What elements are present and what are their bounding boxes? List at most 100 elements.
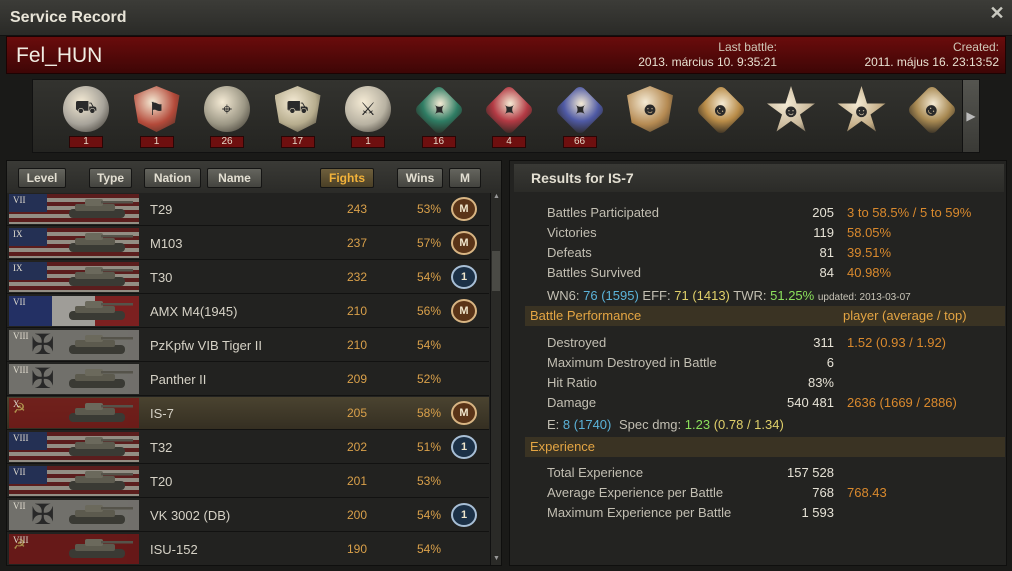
vehicle-row[interactable]: VII T29 243 53% M: [7, 193, 489, 226]
battles-participated-value: 205: [812, 205, 834, 220]
vehicle-tier: VIII: [13, 331, 29, 341]
scroll-down-icon[interactable]: ▼: [491, 555, 502, 565]
medal-item[interactable]: ⌖ 26: [198, 84, 254, 148]
battles-survived-extra: 40.98%: [847, 265, 892, 280]
wn6-value: 76: [583, 288, 598, 303]
vehicle-fights: 201: [346, 474, 367, 488]
vehicle-fights: 243: [346, 202, 367, 216]
vehicle-wins: 56%: [416, 304, 441, 318]
medal-item[interactable]: ☻: [833, 84, 889, 148]
medal-item[interactable]: ✦ 66: [551, 84, 607, 148]
vehicle-row[interactable]: IX M103 237 57% M: [7, 227, 489, 260]
medal-item[interactable]: ✦ 4: [480, 84, 536, 148]
vehicle-tier: X: [13, 399, 20, 409]
vehicle-list: VII T29 243 53% M IX M103 237 57% M IX T30 232 54% 1 VI…: [7, 193, 489, 565]
vehicle-wins: 53%: [416, 474, 441, 488]
tank-icon: [63, 469, 137, 493]
vehicle-wins: 54%: [416, 508, 441, 522]
medal-strip: ⛟ 1 ⚑ 1 ⌖ 26 ⛟ 17 ⚔ 1 ✦ 16 ✦ 4 ✦ 66 ☻ ☻ ☻ ☻ ☻: [32, 79, 980, 153]
vehicle-fights: 210: [346, 338, 367, 352]
scroll-up-icon[interactable]: ▲: [491, 193, 502, 203]
battles-survived-label: Battles Survived: [547, 265, 641, 280]
sort-wins-button[interactable]: Wins: [397, 168, 443, 188]
medal-item[interactable]: ☻: [762, 84, 818, 148]
player-header: Fel_HUN Last battle: 2013. március 10. 9…: [6, 36, 1006, 74]
red-ribbon-medal-icon: ✦: [483, 84, 535, 136]
tank-icon: [63, 299, 137, 323]
victories-label: Victories: [547, 225, 597, 240]
defeats-extra: 39.51%: [847, 245, 892, 260]
window-title: Service Record: [10, 9, 127, 26]
damage-label: Damage: [547, 395, 597, 410]
defeats-label: Defeats: [547, 245, 592, 260]
vehicle-fights: 237: [346, 236, 367, 250]
scroll-thumb[interactable]: [492, 251, 500, 291]
sort-level-button[interactable]: Level: [18, 168, 66, 188]
medal-count: 26: [210, 136, 244, 148]
wn6-alt: (1595): [601, 288, 639, 303]
tank-icon: [63, 333, 137, 357]
vehicle-tier: VII: [13, 297, 26, 307]
vehicle-list-scrollbar[interactable]: ▲ ▼: [490, 193, 501, 565]
avg-experience-label: Average Experience per Battle: [547, 485, 724, 500]
vehicle-list-panel: Level Type Nation Name Fights Wins M VII…: [6, 160, 502, 566]
vehicle-tier: VIII: [13, 535, 29, 545]
sort-name-button[interactable]: Name: [207, 168, 262, 188]
e-alt: (1740): [573, 417, 612, 432]
tank-icon: [63, 401, 137, 425]
sword-laurel-medal-icon: ⚔: [345, 86, 391, 132]
cross-medal-icon: ☻: [906, 84, 958, 136]
sort-mastery-button[interactable]: M: [449, 168, 481, 188]
total-experience-label: Total Experience: [547, 465, 644, 480]
medal-count: 1: [139, 136, 174, 148]
spec-dmg-label: Spec dmg:: [618, 417, 682, 432]
medals-scroll-right-button[interactable]: ▶: [962, 79, 980, 153]
vehicle-row[interactable]: IX T30 232 54% 1: [7, 261, 489, 294]
medal-item[interactable]: ☻: [692, 84, 748, 148]
medal-item[interactable]: ⚔ 1: [339, 84, 395, 148]
vehicle-row[interactable]: VIII T32 202 51% 1: [7, 431, 489, 464]
last-battle-value: 2013. március 10. 9:35:21: [638, 55, 777, 69]
vehicle-row[interactable]: VIII ISU-152 190 54%: [7, 533, 489, 565]
medal-item[interactable]: ⛟ 1: [57, 84, 113, 148]
vehicle-tier: VIII: [13, 365, 29, 375]
flag-medal-icon: ⚑: [133, 86, 180, 132]
sort-nation-button[interactable]: Nation: [144, 168, 201, 188]
medal-item[interactable]: ☻: [903, 84, 959, 148]
vehicle-row[interactable]: VII T20 201 53%: [7, 465, 489, 498]
close-icon[interactable]: ✕: [988, 4, 1006, 22]
max-experience-value: 1 593: [801, 505, 834, 520]
vehicle-row[interactable]: VII AMX M4(1945) 210 56% M: [7, 295, 489, 328]
battle-performance-section: Battle Performance player (average / top…: [525, 306, 1005, 326]
spec-dmg-value: 1.23: [684, 417, 711, 432]
vehicle-name: Panther II: [150, 372, 207, 387]
vehicle-row[interactable]: VII VK 3002 (DB) 200 54% 1: [7, 498, 489, 532]
sort-header: Level Type Nation Name Fights Wins M: [7, 161, 501, 193]
mastery-badge-icon: M: [451, 401, 477, 425]
medal-item[interactable]: ⚑ 1: [128, 84, 184, 148]
battles-survived-value: 84: [819, 265, 834, 280]
vehicle-fights: 202: [346, 440, 367, 454]
max-experience-label: Maximum Experience per Battle: [547, 505, 732, 520]
tank-icon: [63, 265, 137, 289]
medal-item[interactable]: ✦ 16: [410, 84, 466, 148]
sort-fights-button[interactable]: Fights: [320, 168, 374, 188]
vehicle-row[interactable]: VIII Panther II 209 52%: [7, 362, 489, 396]
vehicle-name: ISU-152: [150, 542, 198, 557]
vehicle-row[interactable]: VIII PzKpfw VIB Tiger II 210 54%: [7, 328, 489, 362]
vehicle-fights: 205: [346, 406, 367, 420]
vehicle-name: M103: [150, 236, 183, 251]
vehicle-row[interactable]: X IS-7 205 58% M: [7, 397, 489, 430]
mastery-badge-icon: 1: [451, 265, 477, 289]
medal-item[interactable]: ☻: [621, 84, 677, 148]
medal-count: 4: [492, 136, 526, 148]
battles-participated-extra: 3 to 58.5% / 5 to 59%: [847, 205, 972, 220]
vehicle-wins: 57%: [416, 236, 441, 250]
tank-icon: [63, 537, 137, 561]
sort-type-button[interactable]: Type: [89, 168, 132, 188]
medal-item[interactable]: ⛟ 17: [269, 84, 325, 148]
vehicle-fights: 190: [346, 542, 367, 556]
vehicle-wins: 54%: [416, 542, 441, 556]
total-experience-value: 157 528: [787, 465, 834, 480]
portrait-medal-icon: ☻: [627, 86, 673, 132]
